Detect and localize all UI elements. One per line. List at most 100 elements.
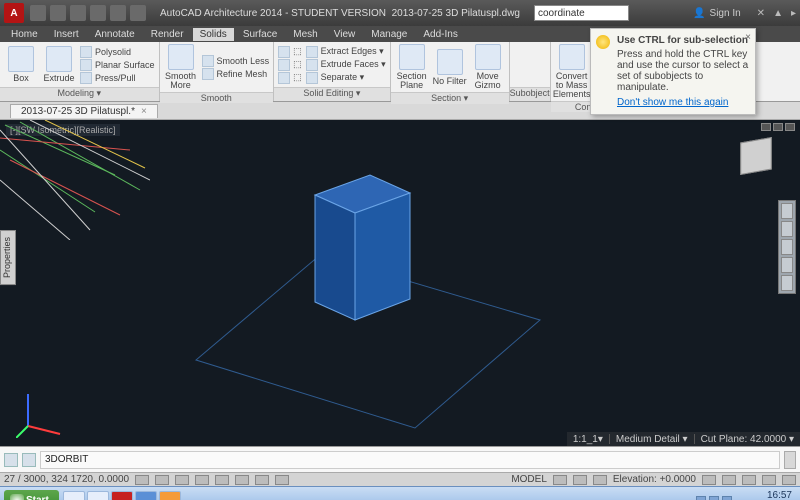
section-plane-button[interactable]: Section Plane [395, 44, 429, 90]
quickview-icon[interactable] [573, 475, 587, 485]
menu-insert[interactable]: Insert [47, 28, 86, 41]
command-history-icon[interactable] [4, 453, 18, 467]
exchange-icon[interactable]: ✕ [757, 8, 765, 19]
menu-mesh[interactable]: Mesh [286, 28, 324, 41]
tooltip-body: Press and hold the CTRL key and use the … [617, 49, 749, 93]
nav-zoom-icon[interactable] [781, 239, 793, 255]
system-tray[interactable] [696, 496, 732, 500]
tray-icon[interactable] [722, 496, 732, 500]
qat-undo-icon[interactable] [90, 5, 106, 21]
polysolid-button[interactable]: Polysolid [80, 46, 155, 58]
refine-mesh-button[interactable]: Refine Mesh [202, 68, 270, 80]
scale-dropdown[interactable]: 1:1_1▾ [573, 434, 603, 445]
planar-surface-button[interactable]: Planar Surface [80, 59, 155, 71]
tray-icon[interactable] [709, 496, 719, 500]
extrude-button[interactable]: Extrude [42, 46, 76, 83]
polar-toggle-icon[interactable] [195, 475, 209, 485]
menu-annotate[interactable]: Annotate [88, 28, 142, 41]
solid-box-object[interactable] [295, 165, 425, 325]
command-input[interactable]: 3DORBIT [40, 451, 780, 469]
view-cube-face[interactable] [740, 137, 772, 175]
qat-open-icon[interactable] [50, 5, 66, 21]
qat-print-icon[interactable] [130, 5, 146, 21]
snap-toggle-icon[interactable] [135, 475, 149, 485]
isolate-icon[interactable] [762, 475, 776, 485]
ribbon-panel-title[interactable]: Modeling ▾ [0, 87, 159, 101]
taskbar-clock[interactable]: 16:57 25.07.2013 [742, 490, 796, 500]
model-space-button[interactable]: MODEL [511, 474, 547, 485]
cut-plane-display[interactable]: Cut Plane: 42.0000 ▾ [701, 434, 794, 445]
menu-view[interactable]: View [327, 28, 363, 41]
annoscale-icon[interactable] [593, 475, 607, 485]
grid-toggle-icon[interactable] [155, 475, 169, 485]
workspace-icon[interactable] [702, 475, 716, 485]
hardware-accel-icon[interactable] [742, 475, 756, 485]
menu-add-ins[interactable]: Add-Ins [416, 28, 464, 41]
solid-edit-item[interactable]: ⬚ [278, 59, 302, 71]
lock-ui-icon[interactable] [722, 475, 736, 485]
file-tab-close-icon[interactable]: × [141, 106, 147, 117]
taskbar-app-imageviewer-icon[interactable] [135, 491, 157, 500]
title-bar: A AutoCAD Architecture 2014 - STUDENT VE… [0, 0, 800, 26]
osnap-toggle-icon[interactable] [215, 475, 229, 485]
command-prompt-icon[interactable] [22, 453, 36, 467]
nav-pan-icon[interactable] [781, 221, 793, 237]
tray-icon[interactable] [696, 496, 706, 500]
properties-palette-tab[interactable]: Properties [0, 230, 16, 285]
view-cube[interactable] [730, 130, 782, 182]
qat-new-icon[interactable] [30, 5, 46, 21]
solid-edit-item[interactable]: Extrude Faces ▾ [306, 59, 386, 71]
start-button[interactable]: Start [4, 490, 59, 500]
app-logo-icon[interactable]: A [4, 3, 24, 23]
user-icon: 👤 [693, 8, 705, 19]
help-search-input[interactable] [534, 5, 629, 21]
tooltip-close-icon[interactable]: × [745, 32, 751, 43]
menu-render[interactable]: Render [144, 28, 191, 41]
file-tab[interactable]: 2013-07-25 3D Pilatuspl.* × [10, 104, 158, 118]
smooth-less-button[interactable]: Smooth Less [202, 55, 270, 67]
dyn-toggle-icon[interactable] [255, 475, 269, 485]
solid-edit-icon [278, 72, 290, 84]
sign-in-button[interactable]: 👤 Sign In [693, 8, 741, 19]
convert-to-mass-elements-button[interactable]: Convert to Mass Elements [555, 44, 589, 99]
menu-solids[interactable]: Solids [193, 28, 234, 41]
detail-level-dropdown[interactable]: Medium Detail ▾ [616, 434, 688, 445]
drawing-viewport[interactable]: [-][SW Isometric][Realistic] Properties [0, 120, 800, 446]
more-icon[interactable]: ▸ [791, 8, 796, 19]
ortho-toggle-icon[interactable] [175, 475, 189, 485]
nav-showmotion-icon[interactable] [781, 275, 793, 291]
ribbon-panel-title[interactable]: Subobject [510, 87, 550, 101]
qat-save-icon[interactable] [70, 5, 86, 21]
menu-surface[interactable]: Surface [236, 28, 284, 41]
menu-manage[interactable]: Manage [364, 28, 414, 41]
layout-icon[interactable] [553, 475, 567, 485]
press-pull-button[interactable]: Press/Pull [80, 72, 155, 84]
viewport-close-icon[interactable] [785, 123, 795, 131]
solid-edit-item[interactable]: ⬚ [278, 72, 302, 84]
taskbar-app-folder-icon[interactable] [87, 491, 109, 500]
taskbar-app-autocad-icon[interactable] [111, 491, 133, 500]
no-filter-button[interactable]: No Filter [433, 49, 467, 86]
nav-wheel-icon[interactable] [781, 203, 793, 219]
solid-edit-item[interactable]: Separate ▾ [306, 72, 386, 84]
tooltip-dismiss-link[interactable]: Don't show me this again [617, 97, 728, 108]
ribbon-panel-title[interactable]: Smooth [160, 92, 274, 103]
clean-screen-icon[interactable] [782, 475, 796, 485]
nav-orbit-icon[interactable] [781, 257, 793, 273]
taskbar-app-explorer-icon[interactable] [63, 491, 85, 500]
solid-edit-item[interactable]: ⬚ [278, 46, 302, 58]
menu-home[interactable]: Home [4, 28, 45, 41]
taskbar-app-firefox-icon[interactable] [159, 491, 181, 500]
ribbon-panel-title[interactable]: Section ▾ [391, 92, 509, 104]
help-icon[interactable]: ▲ [773, 8, 783, 19]
otrack-toggle-icon[interactable] [235, 475, 249, 485]
command-scroll-up-icon[interactable] [784, 451, 796, 469]
smooth-more-button[interactable]: Smooth More [164, 44, 198, 90]
ribbon-panel-title[interactable]: Solid Editing ▾ [274, 87, 390, 101]
move-gizmo-button[interactable]: Move Gizmo [471, 44, 505, 90]
box-button[interactable]: Box [4, 46, 38, 83]
lwt-toggle-icon[interactable] [275, 475, 289, 485]
qat-redo-icon[interactable] [110, 5, 126, 21]
solid-edit-item[interactable]: Extract Edges ▾ [306, 46, 386, 58]
solid-edit-icon [306, 72, 318, 84]
